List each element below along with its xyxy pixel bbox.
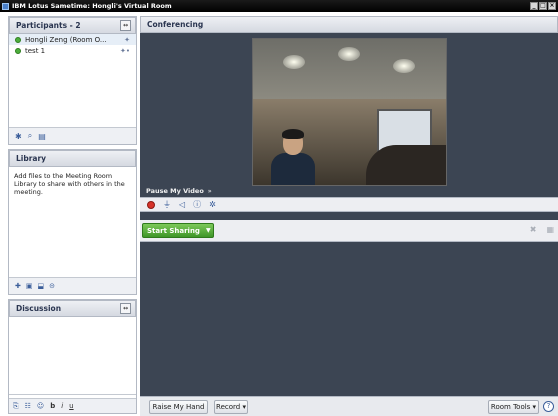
maximize-button[interactable]: □ (539, 2, 547, 10)
status-available-icon (15, 47, 21, 54)
window-titlebar: IBM Lotus Sametime: Hongli's Virtual Roo… (0, 0, 558, 12)
video-feed (252, 38, 447, 186)
pause-video-link[interactable]: Pause My Video» (146, 187, 212, 195)
discussion-header: Discussion ↔ (9, 300, 136, 317)
format-icon[interactable]: ☷ (25, 402, 31, 410)
left-sidebar: Participants - 2 ↔ Hongli Zeng (Room O..… (8, 16, 137, 414)
window-title: IBM Lotus Sametime: Hongli's Virtual Roo… (12, 2, 172, 10)
library-panel: Library Add files to the Meeting Room Li… (8, 149, 137, 295)
bottom-toolbar: Raise My Hand Record ▾ Room Tools ▾ ? (140, 396, 558, 416)
discussion-divider (9, 394, 136, 395)
video-person-hair (282, 129, 304, 139)
participants-panel: Participants - 2 ↔ Hongli Zeng (Room O..… (8, 16, 137, 145)
copy-icon[interactable]: ⎘ (13, 402, 19, 411)
download-icon[interactable]: ⬓ (38, 282, 45, 290)
start-sharing-button[interactable]: Start Sharing ▼ (142, 223, 214, 238)
app-icon (2, 2, 9, 10)
list-icon[interactable]: ▤ (38, 132, 46, 141)
bold-button[interactable]: b (50, 402, 55, 410)
invite-icon[interactable]: ✱ (15, 132, 22, 141)
video-toolbar: ⏚ ◁ ⓘ ✲ (140, 197, 558, 212)
participants-toolbar: ✱ ⌕ ▤ (9, 127, 136, 144)
video-foreground (366, 145, 446, 185)
info-icon[interactable]: ⓘ (193, 199, 201, 210)
emoticon-icon[interactable]: ☺ (37, 402, 44, 410)
window-controls: _ □ × (530, 2, 556, 10)
pause-video-label: Pause My Video (146, 187, 204, 195)
conferencing-header: Conferencing (140, 16, 558, 33)
dropdown-arrow-icon[interactable]: ▼ (206, 227, 211, 234)
italic-button[interactable]: i (61, 402, 63, 410)
video-light (283, 55, 305, 69)
settings-icon[interactable]: ✲ (209, 200, 216, 209)
participants-header: Participants - 2 ↔ (9, 17, 136, 34)
participants-menu-button[interactable]: ↔ (120, 20, 131, 31)
search-icon[interactable]: ⌕ (28, 131, 32, 141)
mic-icon[interactable]: ⏚ (163, 199, 171, 210)
chevron-icon: » (207, 187, 212, 195)
help-icon[interactable]: ? (543, 401, 554, 412)
room-tools-button[interactable]: Room Tools ▾ (488, 400, 539, 414)
share-file-icon[interactable]: ▣ (26, 282, 33, 290)
library-header: Library (9, 150, 136, 167)
participant-name: Hongli Zeng (Room O... (25, 35, 107, 44)
video-light (393, 59, 415, 73)
delete-icon[interactable]: ⊝ (49, 282, 55, 290)
participant-item[interactable]: Hongli Zeng (Room O... ✦ (9, 34, 136, 45)
status-available-icon (15, 36, 21, 43)
discussion-panel: Discussion ↔ ✎ ⎘ ☷ ☺ b i u (8, 299, 137, 414)
stop-icon[interactable] (147, 200, 155, 209)
add-file-icon[interactable]: ✚ (15, 282, 21, 290)
underline-button[interactable]: u (69, 402, 73, 410)
participant-item[interactable]: test 1 ✦• (9, 45, 136, 56)
presenter-icon: ✦ (124, 35, 130, 44)
close-share-icon[interactable]: ✖ (530, 225, 537, 234)
discussion-title: Discussion (16, 304, 62, 313)
participant-name: test 1 (25, 46, 46, 55)
discussion-menu-button[interactable]: ↔ (120, 303, 131, 314)
fit-screen-icon[interactable]: ▦ (546, 225, 554, 234)
library-title: Library (16, 154, 47, 163)
raise-hand-button[interactable]: Raise My Hand (149, 400, 208, 414)
close-button[interactable]: × (548, 2, 556, 10)
participants-list: Hongli Zeng (Room O... ✦ test 1 ✦• (9, 34, 136, 129)
participant-tag-icon: ✦• (120, 46, 130, 55)
start-sharing-label: Start Sharing (147, 226, 200, 235)
library-description: Add files to the Meeting Room Library to… (14, 172, 125, 196)
minimize-button[interactable]: _ (530, 2, 538, 10)
share-icons: ✖ ▦ (530, 225, 554, 234)
video-person-body (271, 153, 315, 185)
discussion-toolbar: ⎘ ☷ ☺ b i u (9, 398, 136, 413)
conferencing-title: Conferencing (147, 20, 204, 29)
video-person (271, 129, 315, 185)
record-button[interactable]: Record ▾ (214, 400, 248, 414)
speaker-icon[interactable]: ◁ (179, 200, 185, 209)
main-area: Conferencing Pause My Video» ⏚ ◁ ⓘ ✲ Sta… (140, 16, 558, 416)
library-toolbar: ✚ ▣ ⬓ ⊝ (9, 277, 136, 294)
video-light (338, 47, 360, 61)
share-area (140, 242, 558, 406)
participants-title: Participants - 2 (16, 21, 81, 30)
sharing-toolbar: Start Sharing ▼ ✖ ▦ (140, 220, 558, 242)
